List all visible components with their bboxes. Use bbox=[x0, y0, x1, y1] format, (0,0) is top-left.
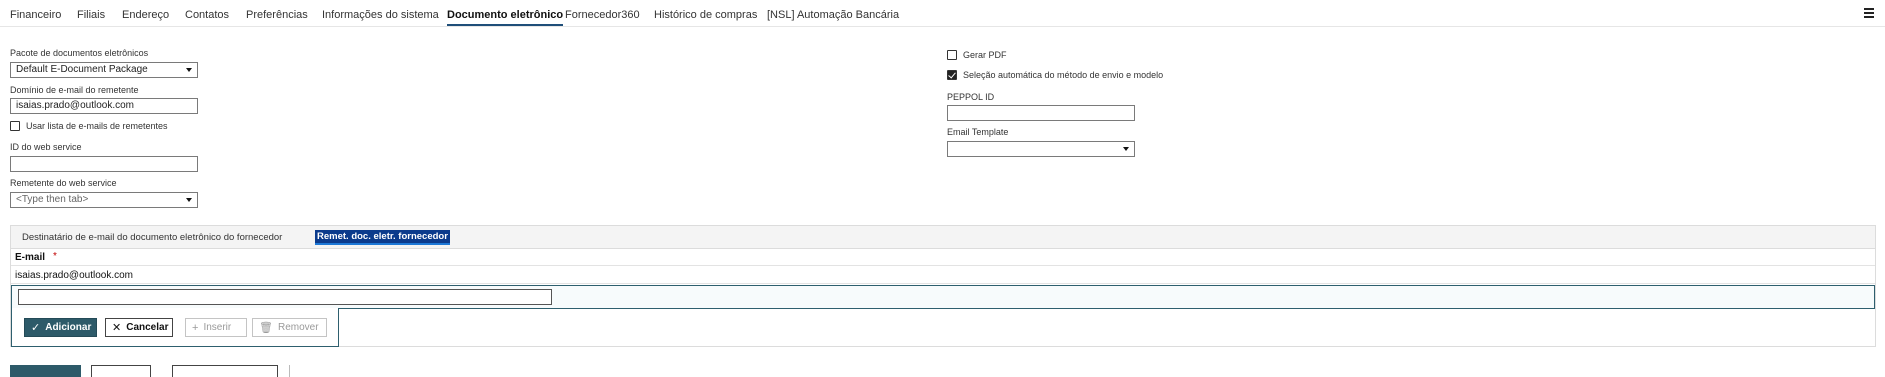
bottom-button-3[interactable] bbox=[172, 365, 278, 377]
gerar-pdf-checkbox[interactable] bbox=[947, 50, 957, 60]
email-template-select[interactable] bbox=[947, 141, 1135, 157]
pacote-select[interactable]: Default E-Document Package bbox=[10, 62, 198, 78]
chevron-down-icon bbox=[186, 68, 192, 72]
chevron-down-icon bbox=[186, 198, 192, 202]
bottom-button-2[interactable] bbox=[91, 365, 151, 377]
dominio-input[interactable]: isaias.prado@outlook.com bbox=[10, 98, 198, 114]
sub-tab-bar: Destinatário de e-mail do documento elet… bbox=[11, 226, 1875, 249]
cancelar-button[interactable]: ✕ Cancelar bbox=[105, 318, 173, 337]
tab-contatos[interactable]: Contatos bbox=[185, 9, 229, 21]
trash-icon: 🗑 bbox=[259, 322, 273, 334]
ws-remetente-placeholder: <Type then tab> bbox=[16, 194, 89, 205]
ws-id-label: ID do web service bbox=[10, 142, 82, 152]
required-marker: * bbox=[53, 251, 57, 262]
tab-nsl-automacao-bancaria[interactable]: [NSL] Automação Bancária bbox=[767, 9, 899, 21]
ws-remetente-select[interactable]: <Type then tab> bbox=[10, 192, 198, 208]
ws-remetente-label: Remetente do web service bbox=[10, 178, 117, 188]
adicionar-label: Adicionar bbox=[45, 322, 92, 333]
email-template-label: Email Template bbox=[947, 127, 1009, 137]
peppol-input[interactable] bbox=[947, 105, 1135, 121]
tab-financeiro[interactable]: Financeiro bbox=[10, 9, 61, 21]
row-action-bar: ✓ Adicionar ✕ Cancelar + Inserir 🗑 Remov… bbox=[11, 308, 339, 347]
menu-icon[interactable] bbox=[1864, 8, 1874, 19]
cancelar-label: Cancelar bbox=[126, 322, 169, 333]
ws-id-input[interactable] bbox=[10, 156, 198, 172]
tab-historico-compras[interactable]: Histórico de compras bbox=[654, 9, 757, 21]
table-cell-email: isaias.prado@outlook.com bbox=[15, 270, 133, 281]
remover-label: Remover bbox=[277, 322, 319, 333]
column-header-email[interactable]: E-mail bbox=[15, 252, 45, 263]
tab-bar-divider bbox=[0, 26, 1885, 27]
usar-lista-label: Usar lista de e-mails de remetentes bbox=[26, 121, 168, 131]
peppol-label: PEPPOL ID bbox=[947, 92, 995, 102]
table-row[interactable]: isaias.prado@outlook.com bbox=[11, 266, 1875, 284]
tab-endereco[interactable]: Endereço bbox=[122, 9, 169, 21]
usar-lista-checkbox[interactable] bbox=[10, 121, 20, 131]
selecao-auto-checkbox[interactable] bbox=[947, 70, 957, 80]
inserir-label: Inserir bbox=[203, 322, 232, 333]
top-tab-bar: Financeiro Filiais Endereço Contatos Pre… bbox=[0, 0, 1885, 28]
pacote-label: Pacote de documentos eletrônicos bbox=[10, 48, 149, 58]
edit-row bbox=[11, 285, 1875, 309]
check-icon: ✓ bbox=[31, 322, 41, 334]
email-edit-input[interactable] bbox=[18, 289, 552, 305]
pacote-value: Default E-Document Package bbox=[16, 64, 148, 75]
dominio-label: Domínio de e-mail do remetente bbox=[10, 85, 139, 95]
sub-panel: Destinatário de e-mail do documento elet… bbox=[10, 225, 1876, 347]
tab-filiais[interactable]: Filiais bbox=[77, 9, 105, 21]
tab-fornecedor360[interactable]: Fornecedor360 bbox=[565, 9, 640, 21]
inserir-button[interactable]: + Inserir bbox=[185, 318, 247, 337]
adicionar-button[interactable]: ✓ Adicionar bbox=[24, 318, 97, 337]
grid-header: E-mail * bbox=[11, 249, 1875, 266]
selecao-auto-label: Seleção automática do método de envio e … bbox=[963, 70, 1164, 80]
chevron-down-icon bbox=[1123, 147, 1129, 151]
close-icon: ✕ bbox=[112, 322, 122, 334]
subtab-destinatario[interactable]: Destinatário de e-mail do documento elet… bbox=[22, 232, 282, 243]
tab-preferencias[interactable]: Preferências bbox=[246, 9, 308, 21]
tab-documento-eletronico[interactable]: Documento eletrônico bbox=[447, 9, 564, 26]
dominio-value: isaias.prado@outlook.com bbox=[16, 100, 134, 111]
bottom-divider bbox=[289, 365, 290, 377]
remover-button[interactable]: 🗑 Remover bbox=[252, 318, 327, 337]
tab-informacoes-sistema[interactable]: Informações do sistema bbox=[322, 9, 439, 21]
gerar-pdf-label: Gerar PDF bbox=[963, 50, 1007, 60]
bottom-primary-button[interactable] bbox=[10, 365, 81, 377]
subtab-remetente[interactable]: Remet. doc. eletr. fornecedor bbox=[315, 230, 450, 245]
plus-icon: + bbox=[192, 321, 199, 334]
